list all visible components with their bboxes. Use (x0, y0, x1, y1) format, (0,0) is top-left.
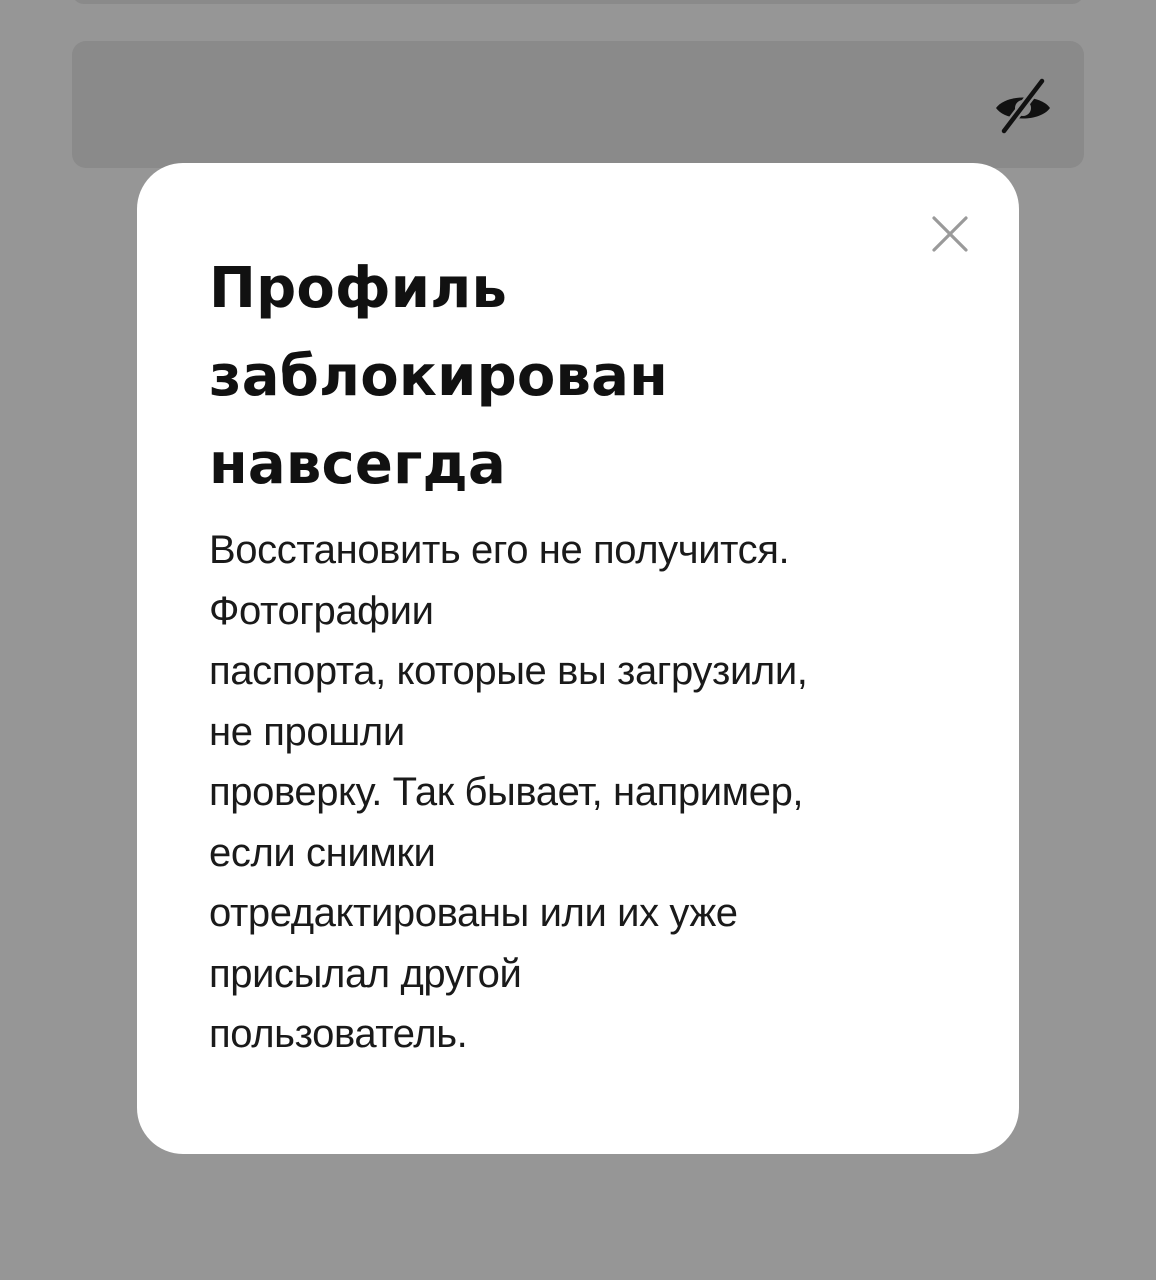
dialog-title: Профиль заблокирован навсегда (209, 256, 669, 497)
dialog-message-line: паспорта, которые вы загрузили, (209, 649, 808, 693)
password-visibility-toggle[interactable] (990, 73, 1056, 139)
dialog-message-line: Восстановить его не получится. (209, 528, 790, 572)
dialog-message: Восстановить его не получится. Фотографи… (209, 520, 949, 1065)
dialog-message-line: присылал другой (209, 951, 522, 996)
dialog-message-line: если снимки (209, 830, 436, 875)
dialog-message-line: проверку. Так бывает, например, (209, 770, 804, 814)
eye-off-icon (996, 76, 1050, 136)
dialog-message-line: Фотографии (209, 588, 434, 633)
dialog-message-line: пользователь. (209, 1012, 468, 1056)
dialog-message-line: не прошли (209, 709, 405, 754)
close-icon (932, 216, 968, 252)
background-input-field (72, 0, 1084, 4)
background-password-field (72, 41, 1084, 168)
dialog-message-line: отредактированы или их уже (209, 891, 738, 935)
close-button[interactable] (927, 211, 973, 257)
blocked-profile-dialog: Профиль заблокирован навсегда Восстанови… (137, 163, 1019, 1154)
